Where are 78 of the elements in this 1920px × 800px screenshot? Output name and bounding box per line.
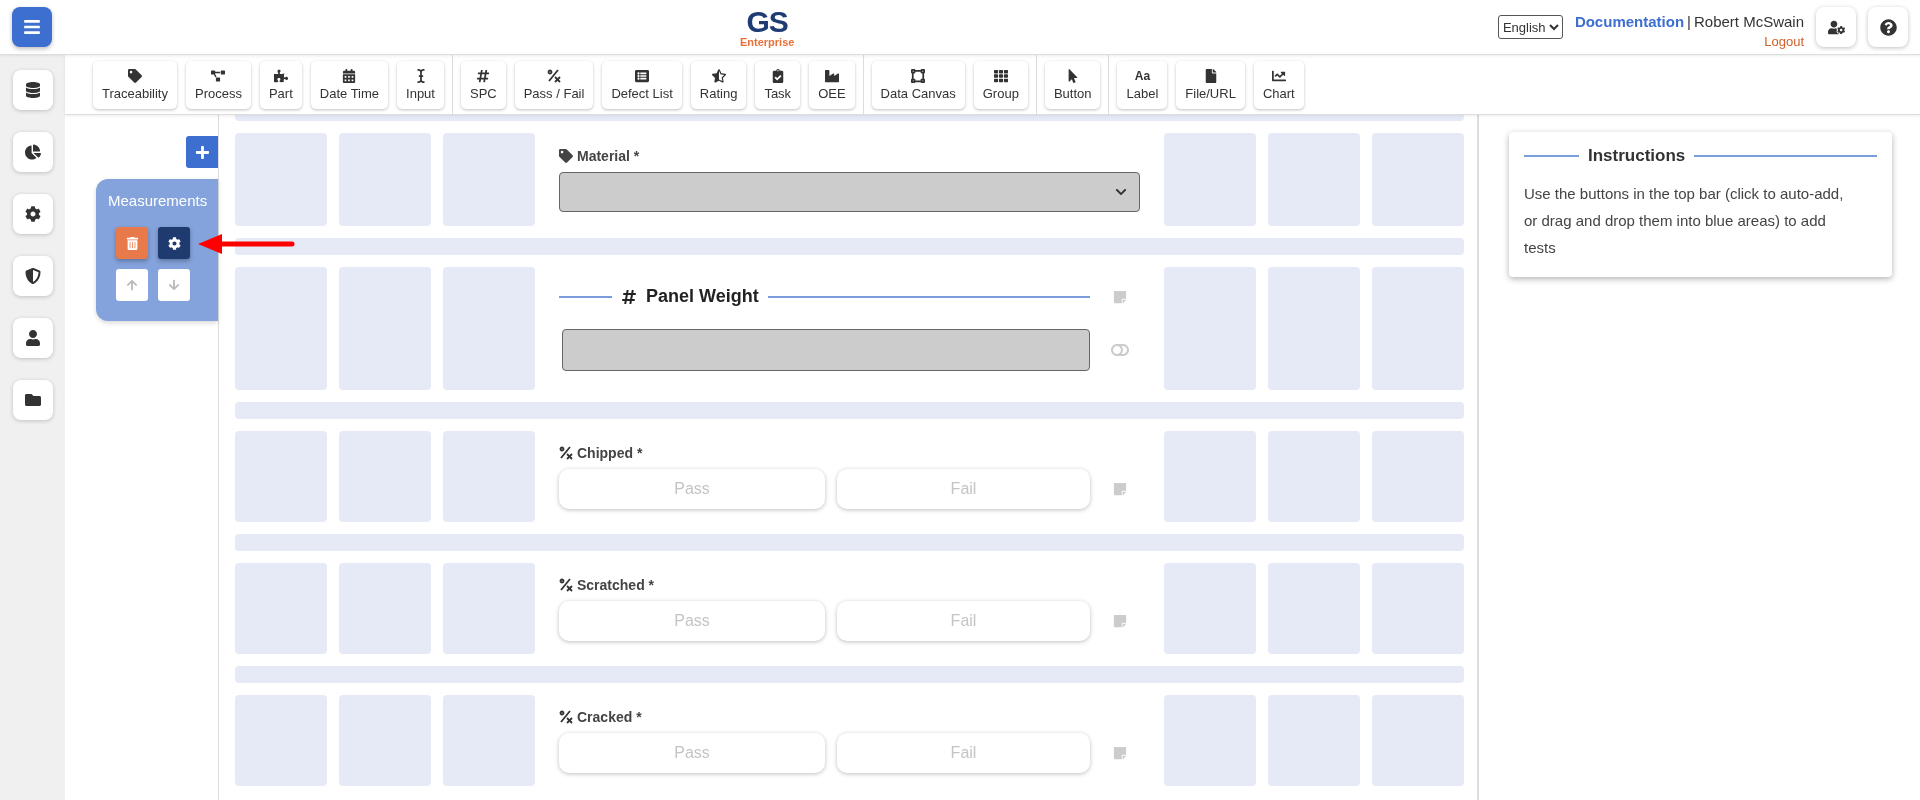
user-settings-button[interactable] bbox=[1816, 7, 1856, 47]
help-button[interactable] bbox=[1868, 7, 1908, 47]
select-field[interactable] bbox=[559, 171, 1140, 212]
tool-button[interactable]: Pass / Fail bbox=[514, 60, 594, 109]
sidebar-button[interactable] bbox=[12, 194, 53, 234]
sidebar-button[interactable] bbox=[12, 380, 53, 420]
instructions-text: Use the buttons in the top bar (click to auto-add, or drag and drop them into blue areas) to add tests bbox=[1524, 184, 1845, 258]
card-title: Instructions bbox=[1588, 146, 1686, 166]
calendar-icon bbox=[342, 68, 357, 83]
field-label: Material * bbox=[577, 147, 640, 164]
tool-button[interactable]: SPC bbox=[460, 60, 506, 109]
file-icon bbox=[1203, 68, 1218, 83]
tool-button[interactable]: Aa Label bbox=[1117, 60, 1168, 109]
plus-icon bbox=[194, 144, 210, 160]
tool-button[interactable]: Defect List bbox=[602, 60, 682, 109]
sidebar-button[interactable] bbox=[12, 132, 53, 172]
arrow-up-icon bbox=[126, 279, 138, 291]
hash-icon bbox=[476, 68, 491, 83]
line-chart-icon bbox=[1271, 68, 1286, 83]
tag-icon bbox=[128, 68, 142, 83]
tool-button[interactable]: File/URL bbox=[1176, 60, 1245, 109]
tool-button[interactable]: OEE bbox=[809, 60, 855, 109]
percent-cross-icon bbox=[547, 68, 562, 83]
percent-cross-icon bbox=[559, 445, 573, 460]
tool-button[interactable]: Process bbox=[186, 60, 251, 109]
toggle-icon[interactable] bbox=[1111, 341, 1129, 359]
tool-button[interactable]: Input bbox=[397, 60, 444, 109]
tool-button[interactable]: Task bbox=[755, 60, 801, 109]
pie-chart-icon bbox=[24, 144, 41, 160]
settings-button[interactable] bbox=[158, 227, 190, 259]
tool-button[interactable]: Rating bbox=[690, 60, 747, 109]
trash-icon bbox=[125, 236, 139, 250]
tool-button[interactable]: Traceability bbox=[93, 60, 177, 109]
user-icon bbox=[24, 330, 41, 346]
add-button[interactable] bbox=[186, 136, 218, 168]
database-icon bbox=[24, 82, 41, 98]
user-name: Robert McSwain bbox=[1693, 13, 1804, 30]
tool-button[interactable]: Button bbox=[1044, 60, 1101, 109]
tool-button[interactable]: Data Canvas bbox=[871, 60, 965, 109]
field-label: Chipped * bbox=[577, 444, 643, 461]
settings-icon bbox=[24, 206, 41, 222]
grid-icon bbox=[993, 68, 1008, 83]
sidebar-button[interactable] bbox=[12, 318, 53, 358]
logout-link[interactable]: Logout bbox=[1764, 34, 1804, 49]
list-icon bbox=[635, 68, 650, 83]
shield-icon bbox=[24, 268, 41, 284]
group-title: Measurements bbox=[108, 192, 209, 209]
sidebar-button[interactable] bbox=[12, 256, 53, 296]
clipboard-check-icon bbox=[770, 68, 785, 83]
help-icon bbox=[1879, 18, 1897, 36]
section-heading: Panel Weight bbox=[646, 286, 759, 307]
documentation-link[interactable]: Documentation bbox=[1574, 13, 1685, 30]
user-gear-icon bbox=[1827, 18, 1845, 36]
percent-cross-icon bbox=[559, 577, 573, 592]
field-label: Scratched * bbox=[577, 576, 655, 593]
percent-cross-icon bbox=[559, 709, 573, 724]
logo: GS Enterprise bbox=[740, 6, 795, 48]
sidebar-button[interactable] bbox=[12, 70, 53, 110]
menu-button[interactable] bbox=[12, 7, 52, 47]
field-label: Cracked * bbox=[577, 708, 642, 725]
puzzle-icon bbox=[273, 68, 288, 83]
input-field[interactable] bbox=[562, 329, 1090, 371]
tool-button[interactable]: Date Time bbox=[310, 60, 389, 109]
half-star-icon bbox=[711, 68, 726, 83]
delete-button[interactable] bbox=[116, 227, 148, 259]
menu-icon bbox=[23, 18, 41, 36]
language-select[interactable]: English bbox=[1497, 15, 1563, 39]
separator-text: | bbox=[1687, 13, 1691, 30]
tool-button[interactable]: Part bbox=[259, 60, 302, 109]
industry-icon bbox=[824, 68, 839, 83]
settings-icon bbox=[167, 236, 181, 250]
tag-icon bbox=[559, 148, 573, 163]
tool-button[interactable]: Chart bbox=[1253, 60, 1304, 109]
flow-icon bbox=[211, 68, 226, 83]
folder-icon bbox=[24, 392, 41, 408]
arrow-down-icon bbox=[168, 279, 180, 291]
hash-icon bbox=[621, 288, 637, 305]
tool-button[interactable]: Group bbox=[973, 60, 1028, 109]
